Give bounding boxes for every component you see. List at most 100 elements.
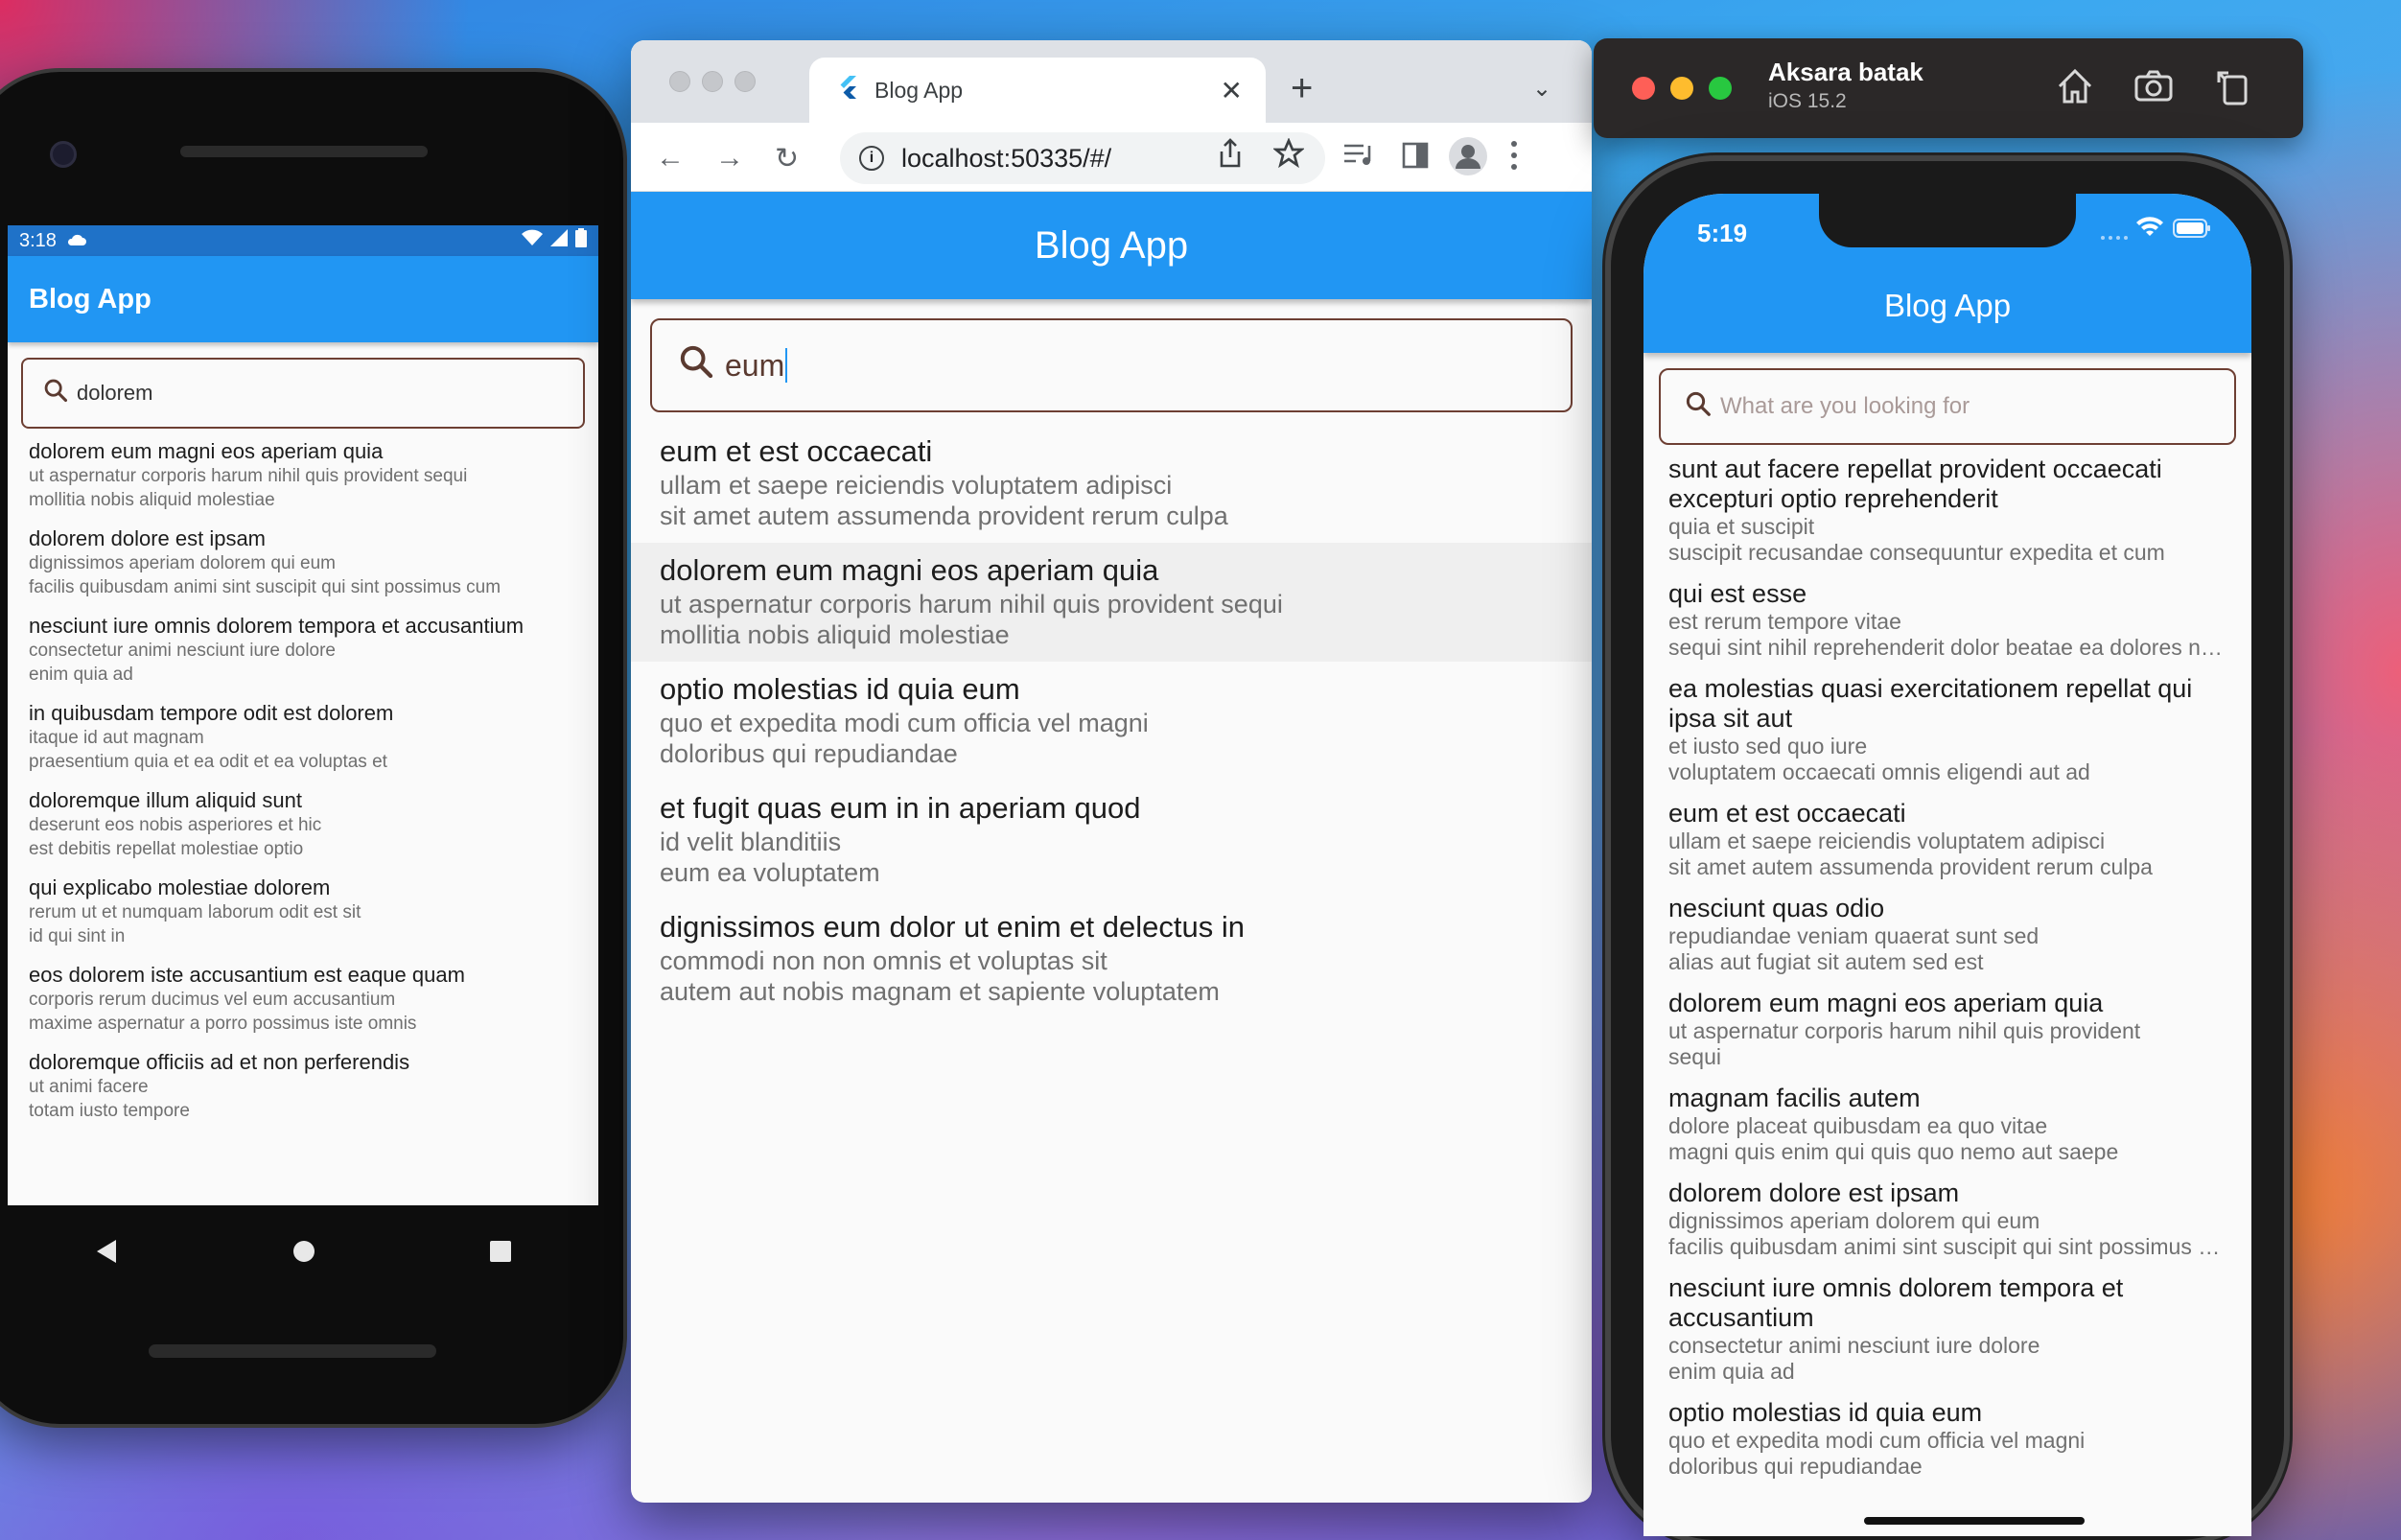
list-item[interactable]: nesciunt quas odio repudiandae veniam qua… xyxy=(1668,894,2226,975)
list-item[interactable]: eos dolorem iste accusantium est eaque q… xyxy=(29,962,577,1036)
post-body-line: voluptatem occaecati omnis eligendi aut … xyxy=(1668,759,2090,784)
list-item[interactable]: qui est esse est rerum tempore vitae sequi… xyxy=(1668,579,2226,661)
address-bar[interactable]: i localhost:50335/#/ xyxy=(840,132,1325,184)
search-value: eum xyxy=(725,347,785,383)
post-body-line: doloribus qui repudiandae xyxy=(1668,1454,1923,1479)
post-title: doloremque officiis ad et non perferendi… xyxy=(29,1050,410,1074)
status-time: 3:18 xyxy=(19,229,57,251)
post-title: in quibusdam tempore odit est dolorem xyxy=(29,701,394,725)
post-body-line: maxime aspernatur a porro possimus iste … xyxy=(29,1014,417,1034)
post-title: nesciunt iure omnis dolorem tempora et a… xyxy=(1668,1273,2124,1332)
post-body-line: quia et suscipit xyxy=(1668,514,1815,539)
back-icon[interactable] xyxy=(95,1239,118,1269)
tab-bar: Blog App ✕ + ⌄ xyxy=(631,40,1592,123)
window-minimize-dot[interactable] xyxy=(1670,77,1693,100)
post-body-line: ullam et saepe reiciendis voluptatem adi… xyxy=(660,471,1173,500)
list-item[interactable]: nesciunt iure omnis dolorem tempora et a… xyxy=(1668,1273,2226,1385)
reload-icon[interactable]: ↻ xyxy=(775,142,799,175)
back-arrow-icon[interactable]: ← xyxy=(656,142,685,175)
home-indicator[interactable] xyxy=(1864,1517,2085,1525)
list-item[interactable]: et fugit quas eum in in aperiam quod id v… xyxy=(631,781,1592,899)
home-icon[interactable] xyxy=(292,1240,315,1268)
post-title: dolorem eum magni eos aperiam quia xyxy=(29,439,384,463)
post-body-line: totam iusto tempore xyxy=(29,1101,190,1121)
window-close-dot[interactable] xyxy=(1632,77,1655,100)
post-body-line: rerum ut et numquam laborum odit est sit xyxy=(29,902,361,922)
list-item[interactable]: optio molestias id quia eum quo et expedi… xyxy=(1668,1398,2226,1480)
iphone-notch xyxy=(1819,194,2076,247)
close-icon[interactable]: ✕ xyxy=(1221,75,1243,106)
list-item[interactable]: dolorem dolore est ipsam dignissimos aper… xyxy=(29,525,577,599)
wifi-icon xyxy=(522,229,543,252)
search-value: dolorem xyxy=(77,381,153,405)
simulator-os-version: iOS 15.2 xyxy=(1768,90,1847,112)
post-title: sunt aut facere repellat provident occae… xyxy=(1668,455,2162,513)
post-body-line: suscipit recusandae consequuntur expedit… xyxy=(1668,540,2165,565)
forward-arrow-icon[interactable]: → xyxy=(715,142,744,175)
post-body-line: est debitis repellat molestiae optio xyxy=(29,839,304,859)
list-item[interactable]: qui explicabo molestiae dolorem rerum ut … xyxy=(29,875,577,948)
bookmark-star-icon[interactable] xyxy=(1271,137,1306,174)
list-item[interactable]: dignissimos eum dolor ut enim et delectu… xyxy=(631,899,1592,1018)
side-panel-icon[interactable] xyxy=(1402,142,1429,174)
post-body-line: id velit blanditiis xyxy=(660,828,842,856)
list-item[interactable]: nesciunt iure omnis dolorem tempora et a… xyxy=(29,613,577,687)
post-title: eum et est occaecati xyxy=(660,434,933,468)
search-icon xyxy=(42,377,77,409)
more-menu-icon[interactable] xyxy=(1509,138,1519,177)
post-body-line: est rerum tempore vitae xyxy=(1668,609,1901,634)
list-item-hovered[interactable]: dolorem eum magni eos aperiam quia ut asp… xyxy=(631,543,1592,662)
post-body-line: sit amet autem assumenda provident rerum… xyxy=(660,502,1228,530)
list-item[interactable]: dolorem eum magni eos aperiam quia ut asp… xyxy=(29,438,577,512)
post-title: dolorem dolore est ipsam xyxy=(1668,1178,1960,1207)
window-zoom-dot[interactable] xyxy=(734,71,756,92)
rotate-device-icon[interactable] xyxy=(2211,65,2253,107)
search-input[interactable]: What are you looking for xyxy=(1659,368,2236,445)
list-item[interactable]: doloremque illum aliquid sunt deserunt eo… xyxy=(29,787,577,861)
list-item[interactable]: in quibusdam tempore odit est dolorem ita… xyxy=(29,700,577,774)
android-app-bar: Blog App xyxy=(8,256,598,342)
recents-icon[interactable] xyxy=(490,1240,511,1267)
browser-tab[interactable]: Blog App ✕ xyxy=(809,58,1266,123)
post-body-line: dolore placeat quibusdam ea quo vitae xyxy=(1668,1113,2048,1138)
post-body-line: repudiandae veniam quaerat sunt sed xyxy=(1668,923,2040,948)
info-icon[interactable]: i xyxy=(859,146,884,171)
wifi-icon xyxy=(2136,217,2163,243)
web-app-bar: Blog App xyxy=(631,192,1592,299)
share-icon[interactable] xyxy=(1218,138,1243,174)
list-item[interactable]: doloremque officiis ad et non perferendi… xyxy=(29,1049,577,1123)
post-body-line: sequi xyxy=(1668,1044,1721,1069)
media-queue-icon[interactable] xyxy=(1342,142,1373,172)
post-title: dolorem dolore est ipsam xyxy=(29,526,267,550)
new-tab-icon[interactable]: + xyxy=(1291,67,1313,110)
profile-avatar-icon[interactable] xyxy=(1448,136,1488,181)
post-body-line: mollitia nobis aliquid molestiae xyxy=(660,620,1010,649)
post-body-line: quo et expedita modi cum officia vel mag… xyxy=(1668,1428,2086,1453)
list-item[interactable]: eum et est occaecati ullam et saepe reici… xyxy=(631,424,1592,543)
list-item[interactable]: dolorem dolore est ipsam dignissimos aper… xyxy=(1668,1178,2226,1260)
post-body-line: itaque id aut magnam xyxy=(29,728,204,748)
home-icon[interactable] xyxy=(2054,65,2096,107)
search-input[interactable]: eum xyxy=(650,318,1573,412)
list-item[interactable]: optio molestias id quia eum quo et expedi… xyxy=(631,662,1592,781)
post-list: eum et est occaecati ullam et saepe reici… xyxy=(631,424,1592,1018)
list-item[interactable]: eum et est occaecati ullam et saepe reici… xyxy=(1668,799,2226,880)
screenshot-camera-icon[interactable] xyxy=(2133,65,2175,107)
text-caret xyxy=(785,348,788,383)
post-body-line: magni quis enim qui quis quo nemo aut sa… xyxy=(1668,1139,2119,1164)
list-item[interactable]: sunt aut facere repellat provident occae… xyxy=(1668,455,2226,566)
search-input[interactable]: dolorem xyxy=(21,358,585,429)
post-body-line: enim quia ad xyxy=(1668,1359,1795,1384)
window-zoom-dot[interactable] xyxy=(1709,77,1732,100)
list-item[interactable]: ea molestias quasi exercitationem repell… xyxy=(1668,674,2226,785)
post-title: optio molestias id quia eum xyxy=(1668,1398,1983,1427)
android-screen: 3:18 Blog App dolorem dolorem eum magni … xyxy=(8,225,598,1205)
list-item[interactable]: magnam facilis autem dolore placeat quibu… xyxy=(1668,1084,2226,1165)
post-title: nesciunt iure omnis dolorem tempora et a… xyxy=(29,614,524,638)
window-minimize-dot[interactable] xyxy=(702,71,723,92)
post-title: dignissimos eum dolor ut enim et delectu… xyxy=(660,910,1245,944)
window-close-dot[interactable] xyxy=(669,71,690,92)
list-item[interactable]: dolorem eum magni eos aperiam quia ut asp… xyxy=(1668,989,2226,1070)
chevron-down-icon[interactable]: ⌄ xyxy=(1532,75,1551,103)
post-title: dolorem eum magni eos aperiam quia xyxy=(1668,989,2104,1017)
